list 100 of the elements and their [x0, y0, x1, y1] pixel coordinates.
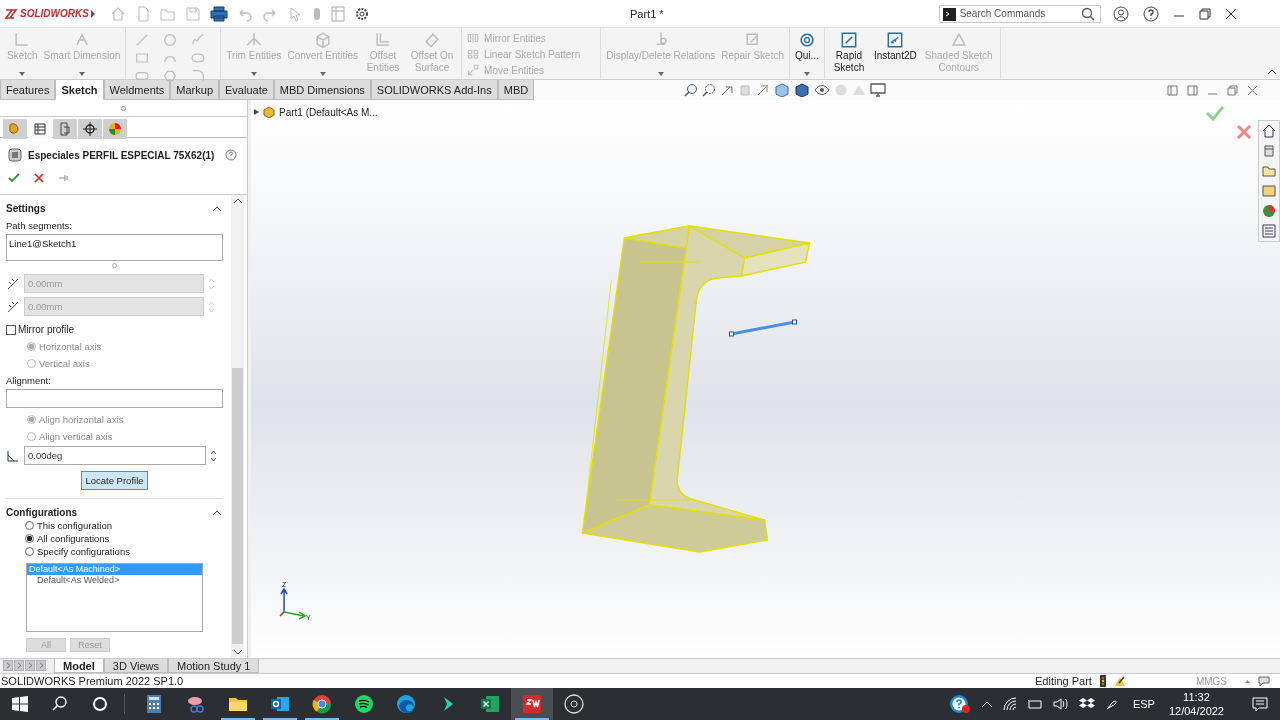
radio-button[interactable]	[25, 521, 34, 530]
mirror-icon	[466, 31, 481, 45]
ribbon-tab[interactable]: SOLIDWORKS Add-Ins	[370, 80, 498, 100]
configuration-manager-tab[interactable]	[53, 119, 77, 139]
view-palette-icon[interactable]	[1262, 184, 1276, 198]
display-style-icon[interactable]	[794, 83, 811, 97]
ribbon-tab[interactable]: Evaluate	[219, 80, 274, 100]
view-orientation-icon[interactable]	[774, 83, 791, 97]
notifications-icon[interactable]	[1252, 696, 1268, 712]
battery-icon[interactable]	[1026, 699, 1043, 709]
menu-expand-icon[interactable]	[90, 9, 96, 18]
search-icon[interactable]	[1080, 6, 1095, 21]
radio-button[interactable]	[25, 547, 34, 556]
windows-start-icon[interactable]	[12, 696, 28, 712]
ribbon-button[interactable]: Instant2D	[871, 30, 919, 78]
settings-icon[interactable]	[354, 5, 370, 22]
help-icon[interactable]	[1142, 5, 1159, 22]
previous-view-icon[interactable]	[720, 83, 735, 97]
tree-item[interactable]: Part1 (Default<As M...	[279, 106, 378, 118]
caret-icon[interactable]	[803, 72, 810, 76]
dropbox-icon[interactable]	[1078, 697, 1095, 711]
alignment-field[interactable]	[6, 389, 223, 408]
model-tab[interactable]: Motion Study 1	[168, 659, 260, 673]
radio-label: Horizontal axis	[39, 341, 102, 352]
spinner-icon[interactable]	[210, 448, 217, 463]
folder-icon[interactable]	[1262, 164, 1276, 178]
zoom-to-fit-icon[interactable]	[684, 83, 699, 97]
cancel-icon[interactable]	[34, 173, 44, 183]
confirm-cancel-icon[interactable]	[1236, 124, 1252, 140]
scroll-down-icon[interactable]	[233, 650, 242, 655]
model-tab[interactable]: 3D Views	[103, 659, 169, 673]
checkbox[interactable]	[6, 324, 16, 335]
custom-properties-icon[interactable]	[1262, 224, 1276, 238]
cortana-icon[interactable]	[92, 696, 108, 712]
angle-field[interactable]: 0.00deg	[24, 446, 206, 465]
chat-icon[interactable]	[1258, 676, 1270, 686]
offset-icon	[6, 276, 20, 291]
scroll-up-icon[interactable]	[233, 198, 242, 203]
restore-icon[interactable]	[1198, 7, 1211, 20]
ribbon-tab[interactable]: MBD	[497, 80, 535, 100]
ribbon-tab[interactable]: Features	[0, 80, 56, 100]
radio-label: Align horizontal axis	[39, 414, 124, 425]
zoom-area-icon[interactable]	[702, 83, 717, 97]
scissors-icon	[186, 694, 206, 714]
field-label: Path segments:	[6, 220, 73, 231]
radio-button[interactable]	[25, 534, 34, 543]
ribbon-tab[interactable]: Sketch	[55, 80, 104, 100]
confirm-check-icon[interactable]	[1205, 105, 1225, 121]
input-language[interactable]: ESP	[1132, 698, 1155, 710]
collapse-ribbon-icon[interactable]	[1268, 69, 1276, 74]
status-mode: Editing Part	[1035, 675, 1092, 687]
collapse-icon[interactable]	[213, 206, 221, 211]
tile-left-icon[interactable]	[1167, 84, 1178, 96]
sketch-line[interactable]	[728, 319, 798, 337]
ribbon-tab[interactable]: Weldments	[103, 80, 171, 100]
spreadsheet-icon	[480, 694, 500, 714]
close-icon[interactable]	[1224, 7, 1237, 20]
radio-label: All configurations	[37, 533, 110, 544]
monitor-icon[interactable]	[870, 83, 887, 97]
feature-manager-tab[interactable]	[3, 119, 27, 139]
dimxpert-tab[interactable]	[78, 119, 102, 139]
restore-icon[interactable]	[1227, 84, 1238, 96]
tab-scroll-icon[interactable]	[14, 660, 24, 671]
tab-scroll-icon[interactable]	[25, 660, 35, 671]
caret-icon[interactable]	[1245, 679, 1250, 683]
expand-icon[interactable]	[254, 109, 259, 115]
ribbon-button[interactable]: Qui...	[793, 30, 821, 78]
model-tab[interactable]: Model	[54, 659, 104, 673]
search-field[interactable]: Search Commands	[938, 4, 1101, 23]
scrollbar[interactable]	[231, 195, 244, 658]
chevron-up-icon[interactable]	[980, 700, 993, 708]
print-icon[interactable]	[210, 5, 228, 22]
wifi-icon[interactable]	[1002, 697, 1017, 711]
structural-member-icon	[8, 148, 22, 162]
eye-icon[interactable]	[814, 83, 831, 97]
checkbox-label: Mirror profile	[18, 324, 75, 335]
tab-scroll-icon[interactable]	[36, 660, 46, 671]
tile-right-icon[interactable]	[1187, 84, 1198, 96]
ribbon-tab[interactable]: MBD Dimensions	[273, 80, 371, 100]
library-icon[interactable]	[1262, 144, 1276, 158]
configuration-item[interactable]: Default<As Welded>	[27, 575, 202, 586]
home-icon[interactable]	[1262, 124, 1276, 138]
resize-handle-icon[interactable]	[112, 263, 117, 268]
help-icon[interactable]	[948, 694, 971, 714]
user-account-icon[interactable]	[1112, 5, 1129, 22]
ribbon-button[interactable]: Rapid Sketch	[827, 30, 870, 78]
taskbar-app[interactable]	[511, 688, 553, 720]
clock[interactable]: 11:32 12/04/2022	[1168, 690, 1224, 718]
grip-icon[interactable]	[121, 105, 126, 111]
part-icon	[263, 106, 275, 118]
ok-check-icon[interactable]	[8, 172, 20, 184]
path-segments-field[interactable]: Line1@Sketch1	[6, 234, 223, 261]
search-icon[interactable]	[52, 696, 68, 712]
locate-profile-button[interactable]: Locate Profile	[81, 471, 148, 490]
section-heading: Settings	[6, 203, 46, 214]
collapse-icon[interactable]	[213, 510, 221, 515]
volume-icon[interactable]	[1052, 697, 1069, 711]
ribbon-tab[interactable]: Markup	[170, 80, 219, 100]
tab-scroll-icon[interactable]	[3, 660, 13, 671]
status-text: SOLIDWORKS Premium 2022 SP1.0	[1, 675, 184, 687]
